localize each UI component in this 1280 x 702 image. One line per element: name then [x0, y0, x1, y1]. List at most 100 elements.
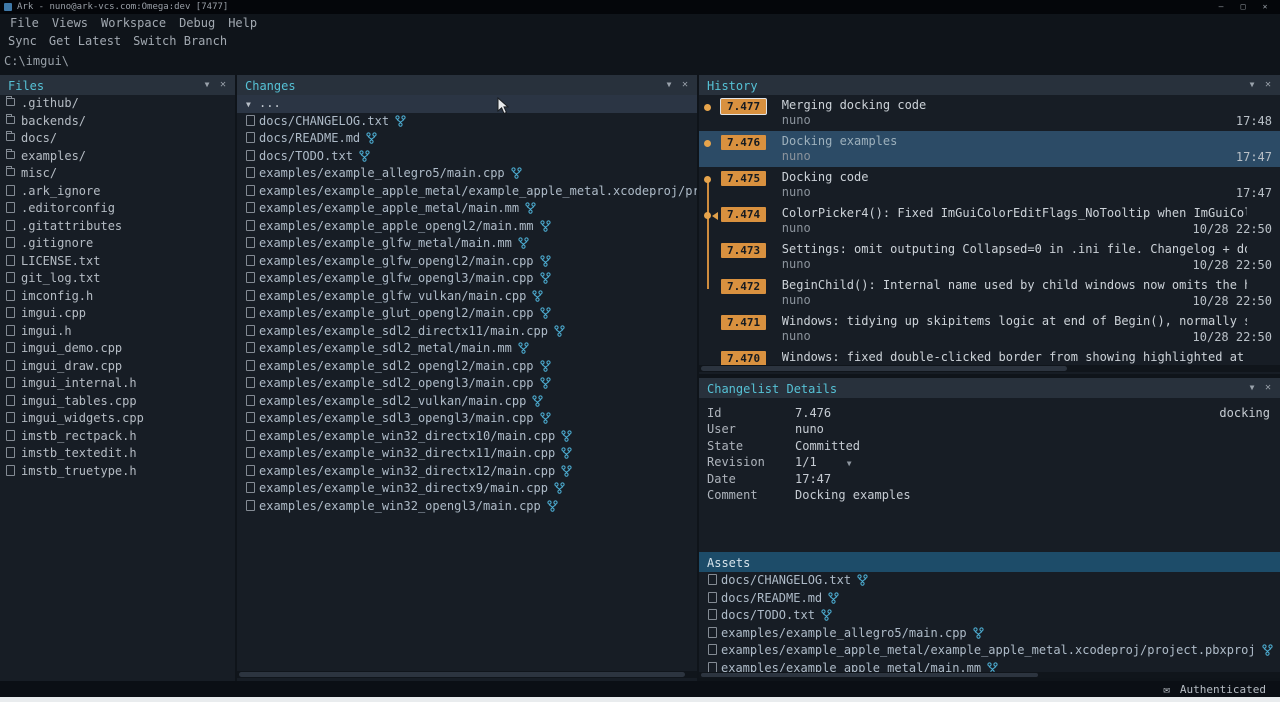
file-tree-item[interactable]: imgui_draw.cpp [0, 358, 235, 376]
changed-file-item[interactable]: docs/CHANGELOG.txt [237, 113, 697, 131]
menu-item-workspace[interactable]: Workspace [101, 16, 166, 30]
branch-fork-icon [532, 395, 543, 411]
file-tree-item[interactable]: .ark_ignore [0, 183, 235, 201]
history-commit-item[interactable]: 7.477 Merging docking code nuno 17:48 [699, 95, 1280, 131]
commit-graph-dot-icon [704, 212, 711, 219]
changed-file-item[interactable]: examples/example_glfw_opengl2/main.cpp [237, 253, 697, 271]
history-commit-item[interactable]: 7.476 Docking examples nuno 17:47 [699, 131, 1280, 167]
changed-file-item[interactable]: examples/example_win32_directx10/main.cp… [237, 428, 697, 446]
changed-file-item[interactable]: examples/example_sdl3_opengl3/main.cpp [237, 410, 697, 428]
history-commit-item[interactable]: 7.473 Settings: omit outputing Collapsed… [699, 239, 1280, 275]
changed-file-item[interactable]: examples/example_glut_opengl2/main.cpp [237, 305, 697, 323]
changes-root-item[interactable]: ▼... [237, 95, 697, 113]
changed-file-item[interactable]: docs/TODO.txt [237, 148, 697, 166]
file-tree-item[interactable]: .gitattributes [0, 218, 235, 236]
changes-panel-title: Changes [245, 79, 296, 93]
branch-fork-icon [540, 360, 551, 376]
maximize-button[interactable]: □ [1232, 0, 1254, 14]
file-tree-item[interactable]: .editorconfig [0, 200, 235, 218]
file-tree-item[interactable]: imstb_truetype.h [0, 463, 235, 481]
changed-file-item[interactable]: docs/README.md [237, 130, 697, 148]
expand-arrow-icon[interactable]: ▼ [246, 96, 259, 113]
chevron-down-icon[interactable]: ▼ [1244, 75, 1260, 95]
close-button[interactable]: ✕ [1254, 0, 1276, 14]
horizontal-scrollbar[interactable] [699, 365, 1280, 372]
branch-fork-icon [554, 325, 565, 341]
changed-file-item[interactable]: examples/example_allegro5/main.cpp [237, 165, 697, 183]
file-icon [6, 98, 15, 106]
horizontal-scrollbar[interactable] [237, 671, 697, 678]
file-tree-item[interactable]: imgui_demo.cpp [0, 340, 235, 358]
changed-file-item[interactable]: examples/example_win32_directx11/main.cp… [237, 445, 697, 463]
changed-file-item[interactable]: examples/example_apple_metal/example_app… [237, 183, 697, 201]
file-icon [246, 377, 255, 388]
toolbar-button-get-latest[interactable]: Get Latest [49, 34, 121, 48]
toolbar-button-sync[interactable]: Sync [8, 34, 37, 48]
file-tree-item[interactable]: imconfig.h [0, 288, 235, 306]
file-path: docs/TODO.txt [721, 608, 815, 622]
menu-item-views[interactable]: Views [52, 16, 88, 30]
file-tree-item[interactable]: misc/ [0, 165, 235, 183]
changed-file-item[interactable]: examples/example_glfw_metal/main.mm [237, 235, 697, 253]
menu-item-debug[interactable]: Debug [179, 16, 215, 30]
changed-file-item[interactable]: examples/example_apple_opengl2/main.mm [237, 218, 697, 236]
file-name: imconfig.h [21, 289, 93, 303]
scrollbar-thumb[interactable] [701, 366, 1067, 371]
changed-file-item[interactable]: examples/example_sdl2_opengl3/main.cpp [237, 375, 697, 393]
horizontal-scrollbar[interactable] [699, 672, 1280, 678]
file-icon [246, 360, 255, 371]
revision-badge: 7.476 [721, 135, 766, 150]
file-tree-item[interactable]: backends/ [0, 113, 235, 131]
history-commit-item[interactable]: 7.474 ColorPicker4(): Fixed ImGuiColorEd… [699, 203, 1280, 239]
history-panel: History ▼ ✕ 7.477 Merging docking code n… [699, 75, 1280, 374]
file-tree-item[interactable]: .github/ [0, 95, 235, 113]
asset-item[interactable]: docs/CHANGELOG.txt [699, 572, 1280, 590]
menu-item-help[interactable]: Help [228, 16, 257, 30]
file-path: examples/example_glfw_vulkan/main.cpp [259, 289, 526, 303]
changed-file-item[interactable]: examples/example_glfw_opengl3/main.cpp [237, 270, 697, 288]
chevron-down-icon[interactable]: ▼ [199, 75, 215, 95]
file-tree-item[interactable]: imstb_rectpack.h [0, 428, 235, 446]
file-tree-item[interactable]: docs/ [0, 130, 235, 148]
changed-file-item[interactable]: examples/example_sdl2_directx11/main.cpp [237, 323, 697, 341]
changed-file-item[interactable]: examples/example_sdl2_metal/main.mm [237, 340, 697, 358]
chevron-down-icon[interactable]: ▼ [1244, 378, 1260, 398]
changed-file-item[interactable]: examples/example_sdl2_vulkan/main.cpp [237, 393, 697, 411]
file-tree-item[interactable]: imstb_textedit.h [0, 445, 235, 463]
asset-item[interactable]: examples/example_allegro5/main.cpp [699, 625, 1280, 643]
file-tree-item[interactable]: imgui.cpp [0, 305, 235, 323]
changed-file-item[interactable]: examples/example_win32_opengl3/main.cpp [237, 498, 697, 516]
changed-file-item[interactable]: examples/example_win32_directx9/main.cpp [237, 480, 697, 498]
minimize-button[interactable]: – [1210, 0, 1232, 14]
close-icon[interactable]: ✕ [215, 75, 231, 95]
toolbar-button-switch-branch[interactable]: Switch Branch [133, 34, 227, 48]
details-panel-title: Changelist Details [707, 382, 837, 396]
changed-file-item[interactable]: examples/example_apple_metal/main.mm [237, 200, 697, 218]
scrollbar-thumb[interactable] [701, 673, 1038, 677]
file-tree-item[interactable]: imgui_internal.h [0, 375, 235, 393]
scrollbar-thumb[interactable] [239, 672, 685, 677]
close-icon[interactable]: ✕ [1260, 378, 1276, 398]
commit-title: BeginChild(): Internal name used by chil… [782, 278, 1247, 293]
file-tree-item[interactable]: imgui.h [0, 323, 235, 341]
asset-item[interactable]: docs/README.md [699, 590, 1280, 608]
file-tree-item[interactable]: git_log.txt [0, 270, 235, 288]
history-commit-item[interactable]: 7.472 BeginChild(): Internal name used b… [699, 275, 1280, 311]
file-tree-item[interactable]: examples/ [0, 148, 235, 166]
changed-file-item[interactable]: examples/example_sdl2_opengl2/main.cpp [237, 358, 697, 376]
asset-item[interactable]: docs/TODO.txt [699, 607, 1280, 625]
close-icon[interactable]: ✕ [1260, 75, 1276, 95]
revision-badge: 7.475 [721, 171, 766, 186]
history-commit-item[interactable]: 7.475 Docking code nuno 17:47 [699, 167, 1280, 203]
file-tree-item[interactable]: LICENSE.txt [0, 253, 235, 271]
history-commit-item[interactable]: 7.471 Windows: tidying up skipitems logi… [699, 311, 1280, 347]
file-tree-item[interactable]: imgui_widgets.cpp [0, 410, 235, 428]
file-tree-item[interactable]: imgui_tables.cpp [0, 393, 235, 411]
asset-item[interactable]: examples/example_apple_metal/example_app… [699, 642, 1280, 660]
file-tree-item[interactable]: .gitignore [0, 235, 235, 253]
changed-file-item[interactable]: examples/example_win32_directx12/main.cp… [237, 463, 697, 481]
chevron-down-icon[interactable]: ▼ [661, 75, 677, 95]
changed-file-item[interactable]: examples/example_glfw_vulkan/main.cpp [237, 288, 697, 306]
close-icon[interactable]: ✕ [677, 75, 693, 95]
menu-item-file[interactable]: File [10, 16, 39, 30]
